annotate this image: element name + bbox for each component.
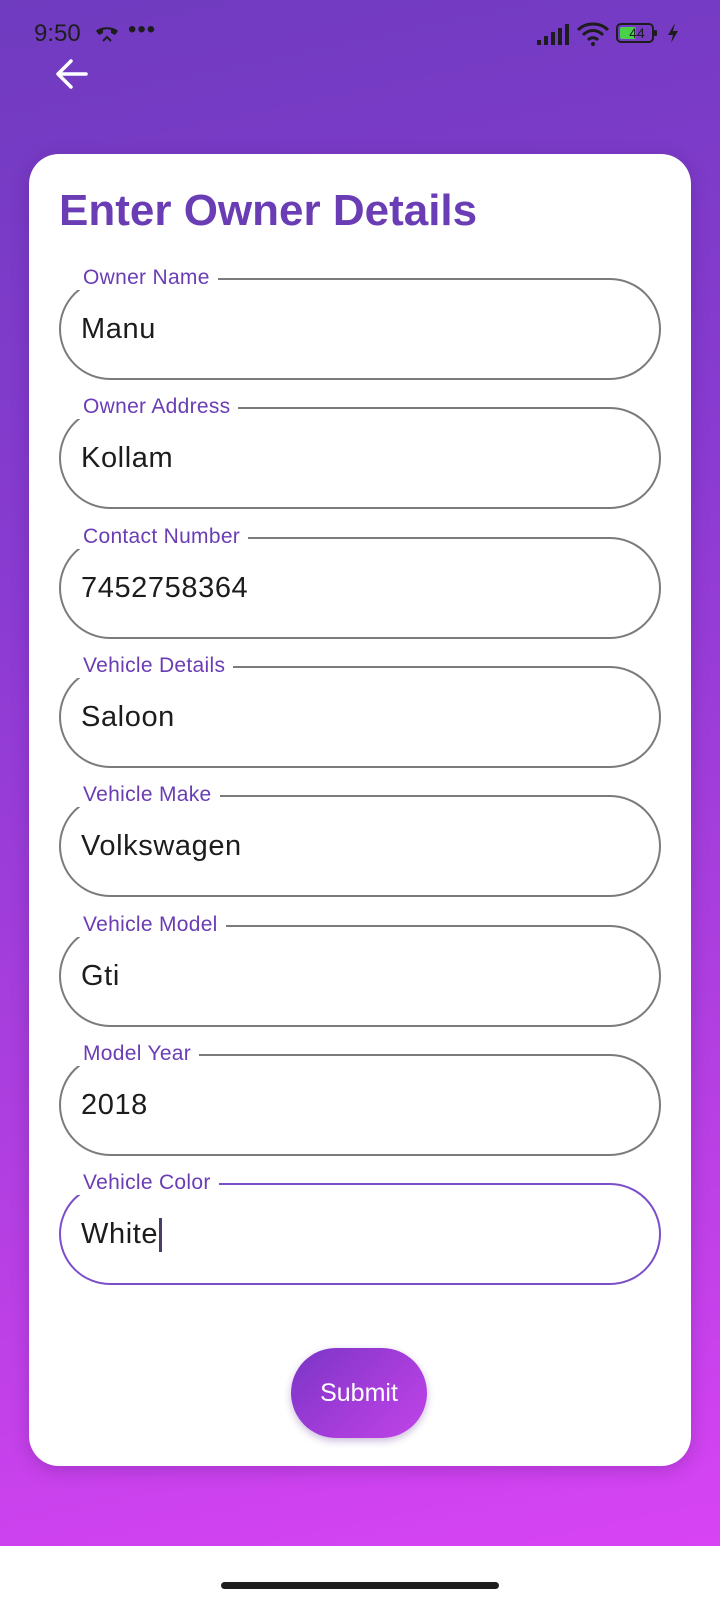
vehicle-make-field[interactable]: Vehicle Make Volkswagen (59, 783, 661, 897)
app-screen: 9:50 ••• 44 Enter Owner Details Owner Na… (0, 0, 720, 1600)
owner-details-card: Enter Owner Details Owner Name Manu Owne… (29, 154, 691, 1466)
vehicle-details-value[interactable]: Saloon (81, 696, 175, 738)
vehicle-color-label: Vehicle Color (75, 1171, 219, 1195)
model-year-value[interactable]: 2018 (81, 1084, 148, 1126)
wifi-icon (576, 22, 610, 46)
vehicle-model-field[interactable]: Vehicle Model Gti (59, 913, 661, 1027)
owner-name-field[interactable]: Owner Name Manu (59, 266, 661, 380)
vehicle-details-label: Vehicle Details (75, 654, 234, 678)
vehicle-make-value[interactable]: Volkswagen (81, 825, 242, 867)
arrow-back-icon (56, 59, 88, 89)
status-time: 9:50 (34, 20, 81, 47)
status-bar: 9:50 ••• 44 (0, 0, 720, 64)
contact-number-value[interactable]: 7452758364 (81, 567, 248, 609)
owner-name-label: Owner Name (75, 266, 218, 290)
navigation-bar (0, 1546, 720, 1600)
home-indicator[interactable] (221, 1582, 499, 1589)
vehicle-model-label: Vehicle Model (75, 913, 226, 937)
signal-icon (537, 24, 569, 45)
contact-number-label: Contact Number (75, 525, 249, 549)
owner-name-value[interactable]: Manu (81, 308, 156, 350)
vehicle-model-value[interactable]: Gti (81, 955, 120, 997)
vehicle-color-field[interactable]: Vehicle Color White (59, 1171, 661, 1285)
more-notifications-icon: ••• (128, 16, 157, 43)
back-button[interactable] (52, 54, 92, 94)
owner-address-value[interactable]: Kollam (81, 437, 173, 479)
call-icon (96, 27, 118, 42)
contact-number-field[interactable]: Contact Number 7452758364 (59, 525, 661, 639)
vehicle-color-input[interactable]: White (81, 1213, 163, 1255)
text-caret (159, 1218, 163, 1253)
vehicle-color-value: White (81, 1218, 159, 1250)
charging-bolt-icon (668, 23, 678, 43)
model-year-field[interactable]: Model Year 2018 (59, 1042, 661, 1156)
vehicle-details-field[interactable]: Vehicle Details Saloon (59, 654, 661, 768)
battery-level: 44 (629, 25, 645, 41)
owner-address-field[interactable]: Owner Address Kollam (59, 395, 661, 509)
vehicle-make-label: Vehicle Make (75, 783, 220, 807)
submit-button[interactable]: Submit (291, 1348, 427, 1438)
model-year-label: Model Year (75, 1042, 200, 1066)
page-title: Enter Owner Details (59, 186, 478, 235)
owner-address-label: Owner Address (75, 395, 239, 419)
